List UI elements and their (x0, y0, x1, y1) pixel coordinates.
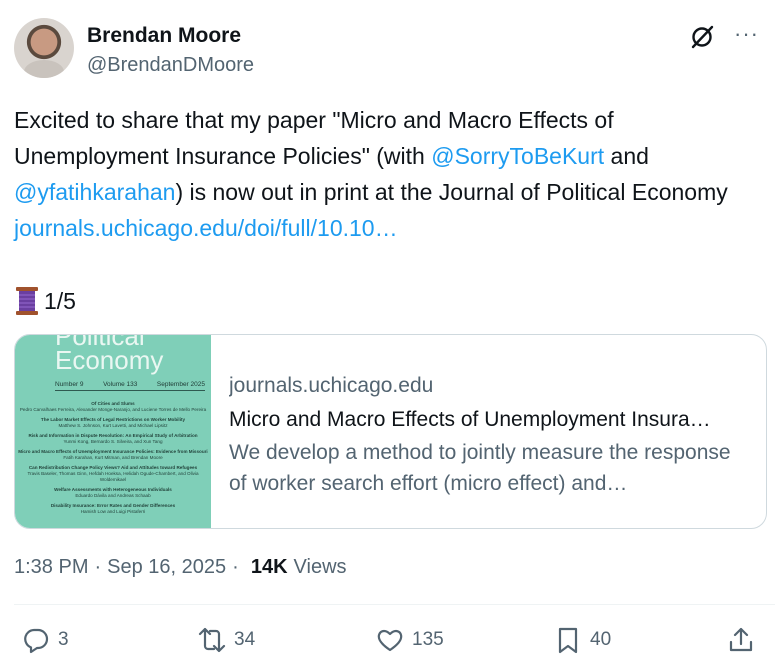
toc-authors: Hamish Low and Luigi Pistaferri (80, 509, 146, 514)
toc-authors: Matthew S. Johnson, Kurt Lavetti, and Mi… (58, 423, 168, 428)
tweet-time[interactable]: 1:38 PM (14, 556, 88, 579)
repost-count: 34 (234, 629, 256, 650)
repost-button[interactable]: 34 (198, 626, 255, 654)
journal-cover-thumbnail: Political Economy Number 9 Volume 133 Se… (15, 335, 211, 528)
share-icon (729, 627, 753, 652)
reply-icon (24, 628, 49, 654)
tweet-text: Excited to share that my paper "Micro an… (14, 102, 759, 246)
thumbnail-volume: Volume 133 (103, 381, 138, 388)
tweet-text-part: ) is now out in print at the Journal of … (175, 179, 728, 205)
meta-separator: · (232, 556, 239, 578)
toc-authors: Pedro Carvalhaes Ferreira, Alexander Mon… (19, 407, 207, 412)
bookmark-button[interactable]: 40 (554, 626, 611, 654)
grok-icon[interactable] (689, 24, 715, 50)
thread-counter-text: 1/5 (44, 288, 76, 314)
paper-link[interactable]: journals.uchicago.edu/doi/full/10.10… (14, 215, 398, 241)
author-name[interactable]: Brendan Moore (87, 24, 241, 48)
reply-button[interactable]: 3 (22, 626, 69, 654)
avatar-shirt (24, 60, 64, 78)
thread-counter: 1/5 (14, 283, 76, 319)
toc-authors: Fatih Karahan, Kurt Mitman, and Brendan … (63, 455, 163, 460)
thumbnail-number: Number 9 (55, 381, 84, 388)
like-count: 135 (412, 629, 444, 650)
link-preview-card[interactable]: Political Economy Number 9 Volume 133 Se… (14, 334, 767, 529)
thumbnail-issue-meta: Number 9 Volume 133 September 2025 (55, 381, 205, 391)
views-count: 14K (250, 556, 288, 578)
bookmark-count: 40 (590, 629, 612, 650)
tweet-text-part: and (604, 143, 649, 169)
card-body: journals.uchicago.edu Micro and Macro Ef… (229, 371, 752, 499)
mention-yfatihkarahan[interactable]: @yfatihkarahan (14, 179, 175, 205)
tweet-header: Brendan Moore @BrendanDMoore ··· (14, 18, 761, 82)
heart-icon (377, 629, 403, 652)
more-icon[interactable]: ··· (734, 21, 759, 47)
repost-icon (198, 627, 226, 653)
thumbnail-date: September 2025 (156, 381, 205, 388)
reply-count: 3 (58, 629, 69, 650)
card-title: Micro and Macro Effects of Unemployment … (229, 408, 711, 431)
toc-authors: Travis Baseler, Thomas Ginn, Hefdah Hoek… (27, 471, 199, 482)
tweet-date[interactable]: Sep 16, 2025 (107, 556, 226, 579)
tweet-meta: 1:38 PM · Sep 16, 2025 · 14K Views (14, 556, 347, 579)
toc-authors: Yunmi Kong, Bernardo S. Silveira, and Xu… (63, 439, 163, 444)
mention-sorrytobekurt[interactable]: @SorryToBeKurt (431, 143, 604, 169)
avatar[interactable] (14, 18, 74, 78)
share-button[interactable] (727, 626, 755, 654)
views-label: Views (293, 556, 347, 578)
divider (14, 604, 775, 605)
thumbnail-toc: Of Cities and Slums Pedro Carvalhaes Fer… (15, 397, 211, 515)
card-domain: journals.uchicago.edu (229, 374, 434, 397)
author-handle[interactable]: @BrendanDMoore (87, 54, 254, 77)
like-button[interactable]: 135 (376, 626, 444, 654)
thumbnail-journal-line2: Economy (55, 345, 164, 375)
bookmark-icon (558, 627, 578, 654)
card-description: We develop a method to jointly measure t… (229, 441, 731, 495)
toc-authors: Eduardo Dávila and Andreas Schaab (75, 493, 151, 498)
thread-spool-icon (16, 287, 38, 315)
meta-separator: · (94, 556, 102, 578)
action-bar: 3 34 135 40 (22, 626, 755, 662)
